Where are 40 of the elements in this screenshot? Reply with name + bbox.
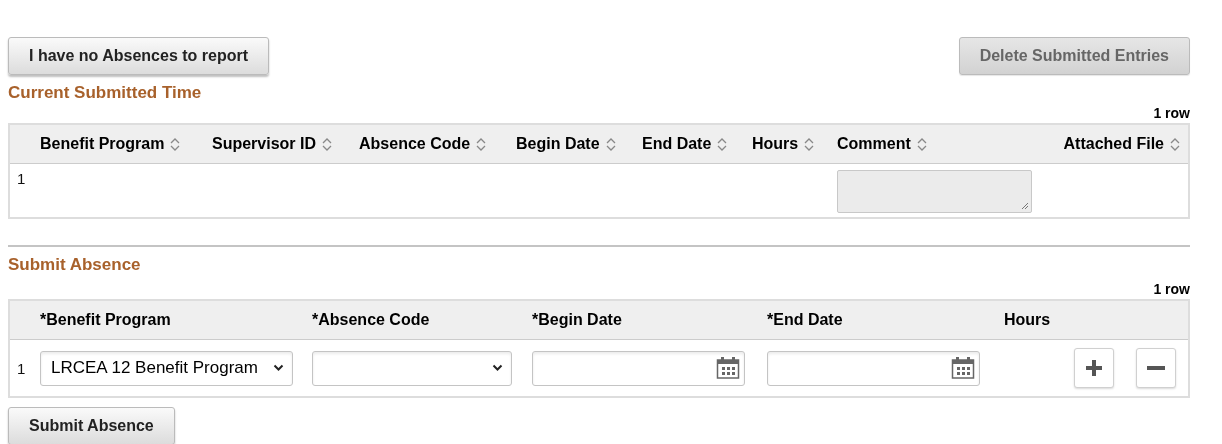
row-count: 1 row: [1153, 105, 1190, 123]
sort-icon: [322, 136, 333, 152]
benefit-program-dropdown[interactable]: LRCEA 12 Benefit Program: [40, 350, 293, 386]
sort-icon: [1170, 136, 1180, 152]
column-header: *End Date: [767, 311, 843, 329]
sort-icon: [605, 136, 616, 152]
delete-row-button[interactable]: [1136, 348, 1176, 388]
column-header[interactable]: Comment: [837, 135, 911, 153]
column-header[interactable]: Attached File: [1063, 135, 1164, 153]
column-header[interactable]: Benefit Program: [40, 135, 165, 153]
column-header[interactable]: Supervisor ID: [212, 135, 317, 153]
row-count: 1 row: [1153, 281, 1190, 299]
column-header[interactable]: Hours: [752, 135, 799, 153]
row-number: 1: [16, 359, 27, 377]
add-row-button[interactable]: [1074, 348, 1114, 388]
end-date-field[interactable]: [767, 350, 980, 386]
minus-icon: [1147, 366, 1165, 370]
plus-icon: [1085, 359, 1103, 377]
section-title: Current Submitted Time: [8, 83, 203, 103]
sort-icon: [717, 136, 728, 152]
column-header[interactable]: Absence Code: [359, 135, 471, 153]
column-header: *Benefit Program: [40, 311, 171, 329]
calendar-icon[interactable]: [951, 356, 975, 380]
submit-absence-button[interactable]: Submit Absence: [8, 407, 175, 444]
chevron-down-icon: [273, 364, 284, 372]
sort-icon: [804, 136, 815, 152]
chevron-down-icon: [492, 364, 503, 372]
begin-date-field[interactable]: [532, 350, 745, 386]
no-absences-button[interactable]: I have no Absences to report: [8, 37, 269, 75]
column-header: Hours: [1004, 311, 1051, 329]
column-header: *Begin Date: [532, 311, 622, 329]
section-title: Submit Absence: [8, 255, 142, 275]
column-header[interactable]: End Date: [642, 135, 712, 153]
sort-icon: [170, 136, 181, 152]
row-number: 1: [16, 170, 27, 187]
calendar-icon[interactable]: [716, 356, 740, 380]
column-header[interactable]: Begin Date: [516, 135, 600, 153]
sort-icon: [476, 136, 487, 152]
sort-icon: [916, 136, 927, 152]
column-header: *Absence Code: [312, 311, 430, 329]
